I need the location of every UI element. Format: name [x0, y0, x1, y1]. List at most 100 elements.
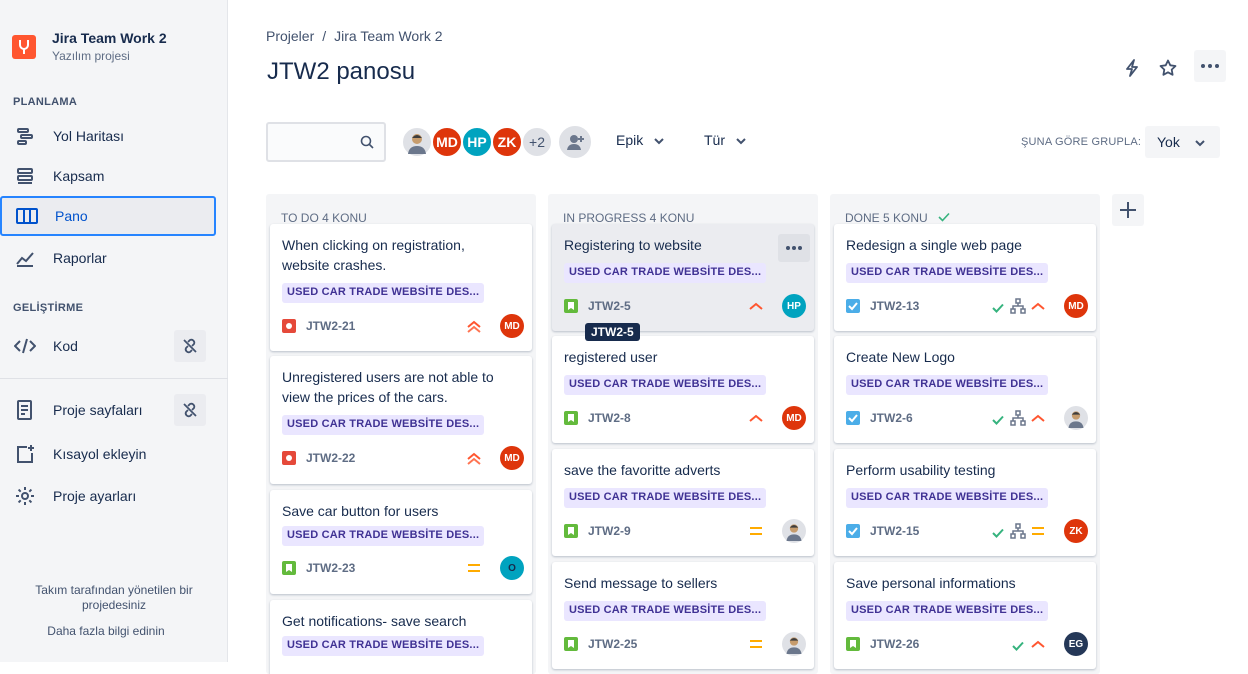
priority-medium-icon — [468, 564, 480, 572]
add-people-icon[interactable] — [559, 126, 591, 158]
assignee-avatar[interactable]: EG — [1064, 632, 1088, 656]
hierarchy-icon — [1010, 523, 1026, 539]
search-icon — [360, 135, 374, 154]
breadcrumb-project[interactable]: Jira Team Work 2 — [334, 28, 442, 44]
roadmap-icon — [13, 124, 37, 148]
sidebar-item-backlog[interactable]: Kapsam — [0, 156, 216, 196]
issue-key[interactable]: JTW2-5 — [588, 299, 631, 313]
assignee-avatar[interactable]: MD — [500, 314, 524, 338]
priority-highest-icon — [467, 320, 481, 333]
avatar-md[interactable]: MD — [431, 126, 463, 158]
epic-badge[interactable]: USED CAR TRADE WEBSİTE DES... — [282, 636, 485, 656]
assignee-photo-icon[interactable] — [782, 632, 806, 656]
card-title: When clicking on registration, website c… — [282, 237, 465, 273]
issue-key[interactable]: JTW2-22 — [306, 451, 355, 465]
column-in-progress: IN PROGRESS 4 KONU Registering to websit… — [548, 194, 818, 674]
section-planning: PLANLAMA — [13, 96, 78, 108]
epic-badge[interactable]: USED CAR TRADE WEBSİTE DES... — [564, 601, 767, 621]
card[interactable]: save the favoritte adverts USED CAR TRAD… — [552, 449, 814, 556]
epic-badge[interactable]: USED CAR TRADE WEBSİTE DES... — [846, 488, 1049, 508]
type-filter[interactable]: Tür — [704, 132, 747, 148]
card-title: Save car button for users — [282, 503, 439, 519]
breadcrumb-separator: / — [322, 28, 327, 44]
sidebar-item-board[interactable]: Pano — [0, 196, 216, 236]
epic-badge[interactable]: USED CAR TRADE WEBSİTE DES... — [846, 375, 1049, 395]
add-column-button[interactable] — [1112, 194, 1144, 226]
assignee-avatar[interactable]: MD — [500, 446, 524, 470]
avatar-photo[interactable] — [401, 126, 433, 158]
story-icon — [564, 637, 578, 651]
page-icon — [13, 398, 37, 422]
search-input[interactable] — [266, 122, 386, 162]
group-by-select[interactable]: Yok — [1145, 126, 1220, 158]
done-check-icon — [992, 303, 1004, 313]
story-icon — [564, 524, 578, 538]
group-by-label: ŞUNA GÖRE GRUPLA: — [1021, 136, 1142, 148]
card[interactable]: Get notifications- save search USED CAR … — [270, 600, 532, 674]
card[interactable]: Unregistered users are not able to view … — [270, 356, 532, 484]
priority-medium-icon — [750, 527, 762, 535]
sidebar-item-project-pages[interactable]: Proje sayfaları — [0, 390, 216, 430]
type-filter-label: Tür — [704, 132, 725, 148]
sidebar-item-add-shortcut[interactable]: Kısayol ekleyin — [0, 434, 216, 474]
assignee-avatar[interactable]: MD — [782, 406, 806, 430]
epic-badge[interactable]: USED CAR TRADE WEBSİTE DES... — [282, 283, 485, 303]
assignee-avatar[interactable]: MD — [1064, 294, 1088, 318]
issue-key[interactable]: JTW2-23 — [306, 561, 355, 575]
card[interactable]: Send message to sellers USED CAR TRADE W… — [552, 562, 814, 669]
assignee-avatar[interactable]: O — [500, 556, 524, 580]
card-more-icon[interactable] — [778, 234, 810, 262]
assignee-avatar[interactable]: HP — [782, 294, 806, 318]
assignee-photo-icon[interactable] — [1064, 406, 1088, 430]
assignee-avatar[interactable]: ZK — [1064, 519, 1088, 543]
avatar-more[interactable]: +2 — [521, 126, 553, 158]
issue-key[interactable]: JTW2-26 — [870, 637, 919, 651]
sidebar-item-reports[interactable]: Raporlar — [0, 238, 216, 278]
card-title: Send message to sellers — [564, 575, 718, 591]
project-header[interactable]: Jira Team Work 2 Yazılım projesi — [12, 30, 167, 63]
issue-key[interactable]: JTW2-15 — [870, 524, 919, 538]
star-icon[interactable] — [1152, 54, 1184, 82]
learn-more-link[interactable]: Daha fazla bilgi edinin — [0, 624, 226, 639]
epic-badge[interactable]: USED CAR TRADE WEBSİTE DES... — [564, 488, 767, 508]
avatar-hp[interactable]: HP — [461, 126, 493, 158]
epic-badge[interactable]: USED CAR TRADE WEBSİTE DES... — [282, 415, 485, 435]
sidebar-item-project-settings[interactable]: Proje ayarları — [0, 476, 216, 516]
issue-key[interactable]: JTW2-9 — [588, 524, 631, 538]
issue-key[interactable]: JTW2-25 — [588, 637, 637, 651]
card[interactable]: Save car button for users USED CAR TRADE… — [270, 490, 532, 594]
unlink-icon[interactable] — [174, 394, 206, 426]
priority-high-icon — [749, 414, 763, 422]
epic-badge[interactable]: USED CAR TRADE WEBSİTE DES... — [564, 375, 767, 395]
epic-badge[interactable]: USED CAR TRADE WEBSİTE DES... — [564, 263, 767, 283]
assignee-photo-icon[interactable] — [782, 519, 806, 543]
card[interactable]: Create New Logo USED CAR TRADE WEBSİTE D… — [834, 336, 1096, 443]
chevron-down-icon — [735, 132, 747, 148]
sidebar-item-code[interactable]: Kod — [0, 326, 216, 366]
priority-high-icon — [1031, 640, 1045, 648]
breadcrumb-projects[interactable]: Projeler — [266, 28, 314, 44]
card[interactable]: When clicking on registration, website c… — [270, 224, 532, 351]
card[interactable]: registered user USED CAR TRADE WEBSİTE D… — [552, 336, 814, 443]
issue-key[interactable]: JTW2-13 — [870, 299, 919, 313]
epic-badge[interactable]: USED CAR TRADE WEBSİTE DES... — [846, 601, 1049, 621]
issue-key[interactable]: JTW2-21 — [306, 319, 355, 333]
epic-badge[interactable]: USED CAR TRADE WEBSİTE DES... — [282, 526, 485, 546]
issue-key[interactable]: JTW2-8 — [588, 411, 631, 425]
lightning-icon[interactable] — [1116, 54, 1148, 82]
card[interactable]: Perform usability testing USED CAR TRADE… — [834, 449, 1096, 556]
story-icon — [282, 561, 296, 575]
unlink-icon[interactable] — [174, 330, 206, 362]
card[interactable]: Registering to website USED CAR TRADE WE… — [552, 224, 814, 331]
card[interactable]: Redesign a single web page USED CAR TRAD… — [834, 224, 1096, 331]
epic-filter[interactable]: Epik — [616, 132, 665, 148]
sidebar-item-roadmap[interactable]: Yol Haritası — [0, 116, 216, 156]
card[interactable]: Save personal informations USED CAR TRAD… — [834, 562, 1096, 669]
issue-key[interactable]: JTW2-6 — [870, 411, 913, 425]
epic-badge[interactable]: USED CAR TRADE WEBSİTE DES... — [846, 263, 1049, 283]
more-options-icon[interactable] — [1194, 50, 1226, 82]
code-icon — [13, 334, 37, 358]
avatar-zk[interactable]: ZK — [491, 126, 523, 158]
project-logo-icon — [12, 34, 36, 59]
sidebar-item-label: Kısayol ekleyin — [53, 446, 147, 462]
